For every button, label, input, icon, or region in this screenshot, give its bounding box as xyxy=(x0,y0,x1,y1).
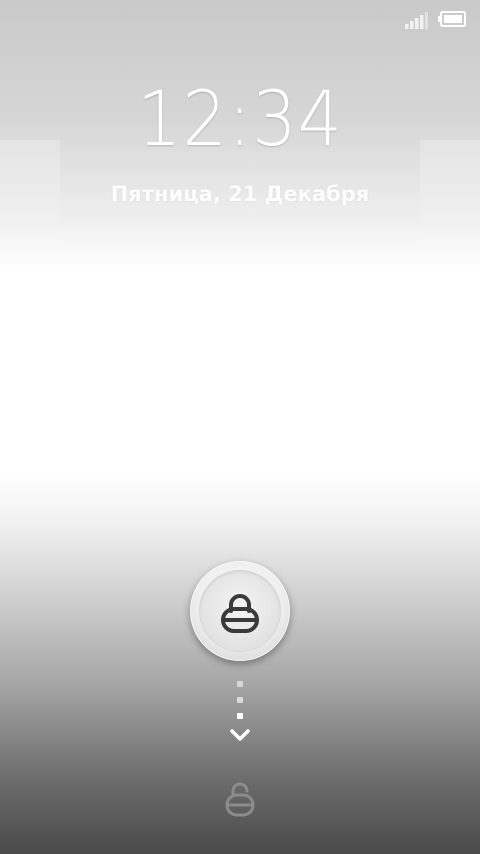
signal-strength-icon xyxy=(405,12,428,29)
lock-icon xyxy=(221,594,259,633)
status-bar xyxy=(0,0,480,38)
unlock-icon[interactable] xyxy=(224,780,256,818)
track-dot xyxy=(237,681,243,687)
chevron-down-icon xyxy=(230,729,250,741)
battery-icon xyxy=(438,11,466,27)
lock-slider-handle[interactable] xyxy=(190,561,290,661)
track-dot xyxy=(237,713,243,719)
clock-time: 12:34 xyxy=(136,74,344,163)
unlock-slide-track xyxy=(228,678,252,748)
date-label: Пятница, 21 Декабря xyxy=(110,182,370,206)
track-dot xyxy=(237,697,243,703)
